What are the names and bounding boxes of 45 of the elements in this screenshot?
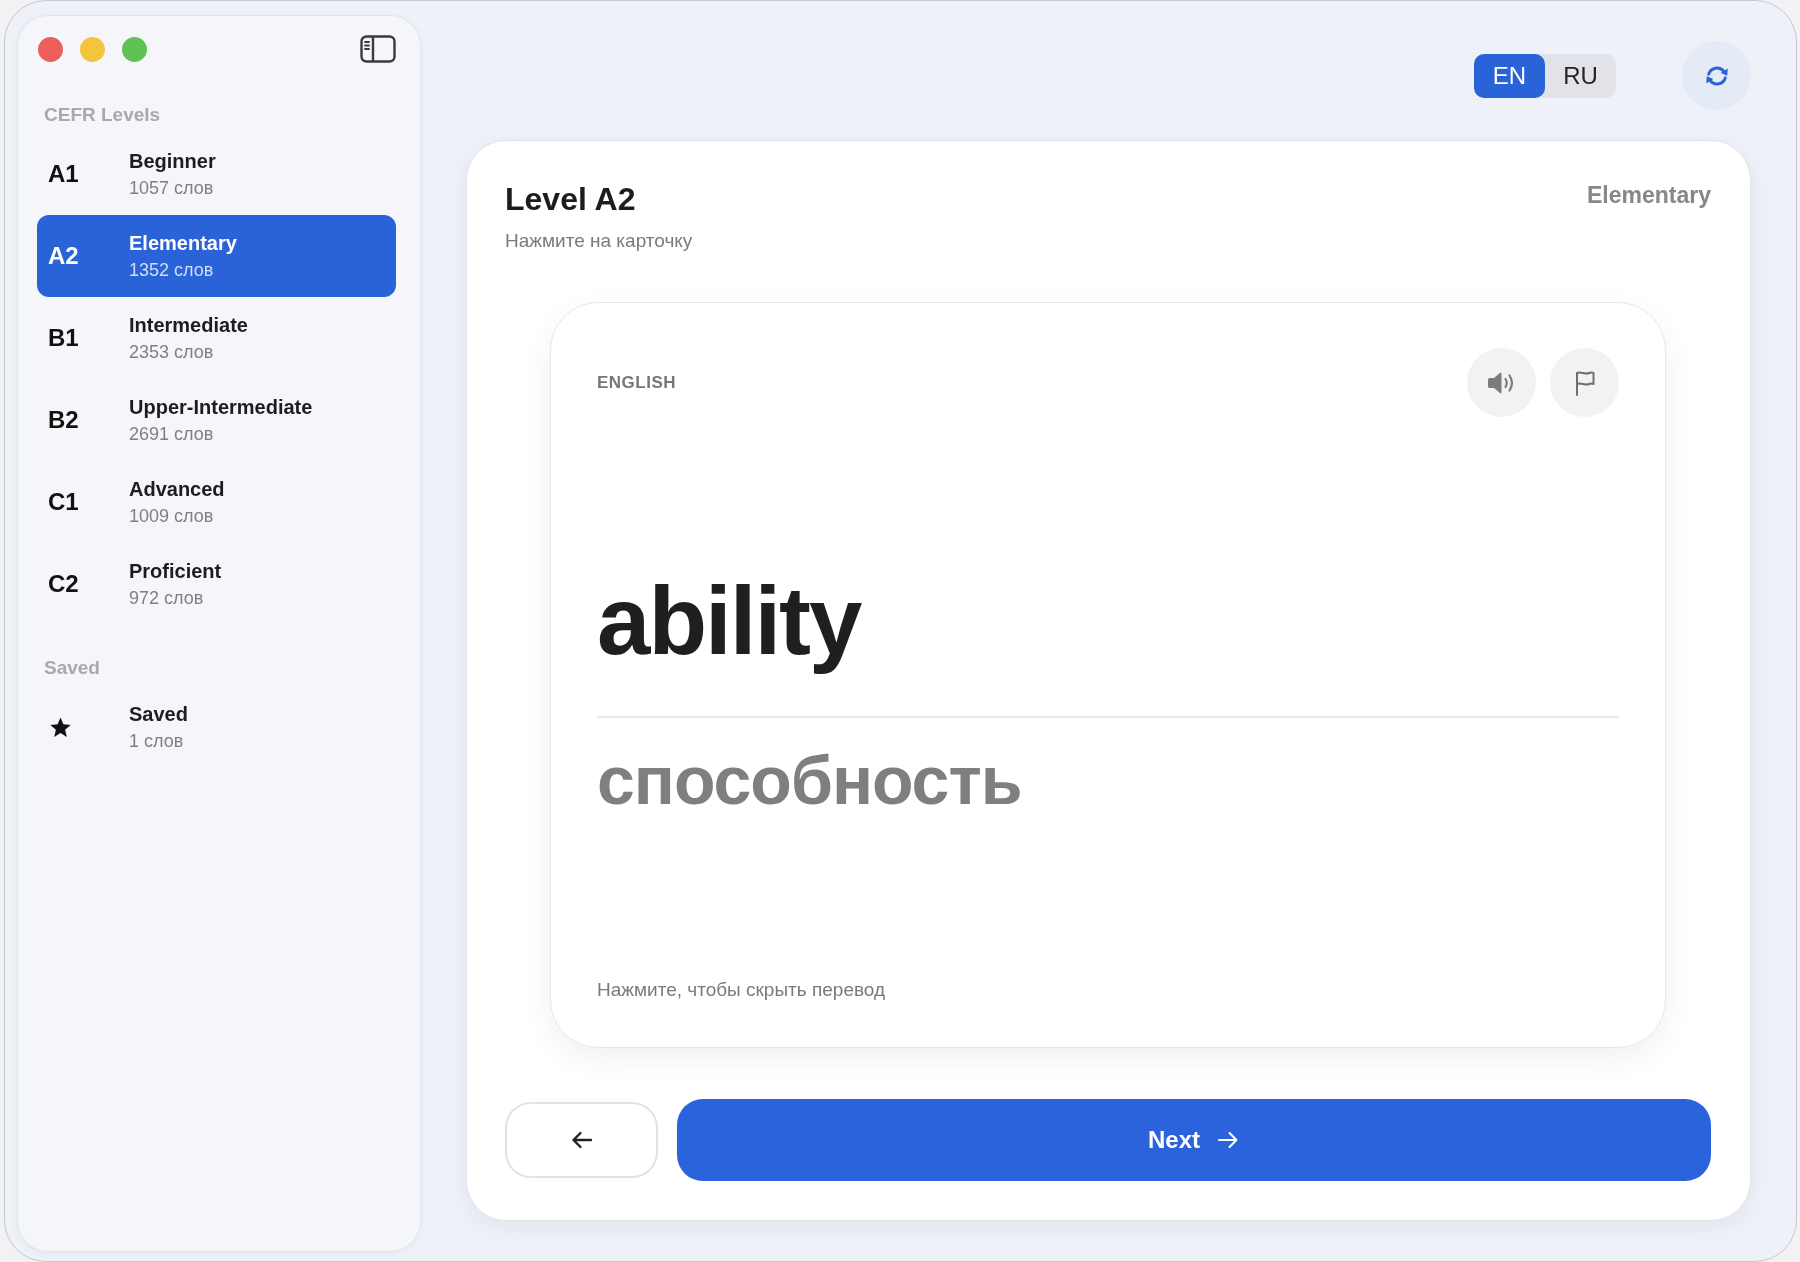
- sidebar-item[interactable]: A1 Beginner 1057 слов: [37, 133, 396, 215]
- panel-title: Level A2: [505, 180, 636, 219]
- sidebar-item[interactable]: A2 Elementary 1352 слов: [37, 215, 396, 297]
- card-hint: Нажмите, чтобы скрыть перевод: [597, 978, 886, 1002]
- item-title: Upper-Intermediate: [129, 395, 313, 420]
- panel-subtitle: Нажмите на карточку: [505, 229, 694, 253]
- flashcard[interactable]: ENGLISH ability способность Нажмите, чтобы скрыть перевод: [550, 302, 1666, 1048]
- arrow-right-icon: [1216, 1130, 1240, 1150]
- item-title: Proficient: [129, 559, 222, 584]
- section-heading: CEFR Levels: [43, 103, 162, 127]
- sidebar-item[interactable]: Saved 1 слов: [37, 686, 396, 768]
- level-code: C1: [48, 488, 79, 516]
- language-option[interactable]: EN: [1474, 53, 1545, 98]
- window-close-icon[interactable]: [38, 36, 63, 62]
- star-icon: [49, 715, 72, 739]
- word-count: 2353 слов: [129, 341, 214, 364]
- item-title: Saved: [129, 702, 188, 727]
- word-count: 972 слов: [129, 587, 204, 610]
- sidebar-item[interactable]: B2 Upper-Intermediate 2691 слов: [37, 379, 396, 461]
- word-count: 1009 слов: [129, 505, 214, 528]
- item-title: Beginner: [129, 149, 216, 174]
- item-title: Intermediate: [129, 313, 248, 338]
- word-count: 2691 слов: [129, 423, 214, 446]
- level-code: B2: [48, 406, 79, 434]
- section-heading: Saved: [43, 656, 101, 680]
- item-title: Advanced: [129, 477, 225, 502]
- next-button[interactable]: Next: [677, 1099, 1711, 1181]
- sidebar-item[interactable]: C1 Advanced 1009 слов: [37, 461, 396, 543]
- language-option[interactable]: RU: [1545, 53, 1616, 98]
- item-title: Elementary: [129, 231, 237, 256]
- word-count: 1 слов: [129, 730, 184, 753]
- sidebar-item[interactable]: C2 Proficient 972 слов: [37, 543, 396, 625]
- arrow-left-icon: [569, 1130, 594, 1150]
- language-label: ENGLISH: [597, 372, 677, 393]
- translation-text: способность: [597, 741, 1023, 820]
- level-code: C2: [48, 570, 79, 598]
- level-name: Elementary: [1587, 181, 1711, 210]
- level-code: A2: [48, 242, 79, 270]
- level-code: A1: [48, 160, 79, 188]
- sidebar-toggle-icon[interactable]: [360, 35, 396, 63]
- sidebar-item[interactable]: B1 Intermediate 2353 слов: [37, 297, 396, 379]
- level-code: B1: [48, 324, 79, 352]
- word-text: ability: [597, 566, 863, 676]
- word-count: 1352 слов: [129, 259, 214, 282]
- word-count: 1057 слов: [129, 177, 214, 200]
